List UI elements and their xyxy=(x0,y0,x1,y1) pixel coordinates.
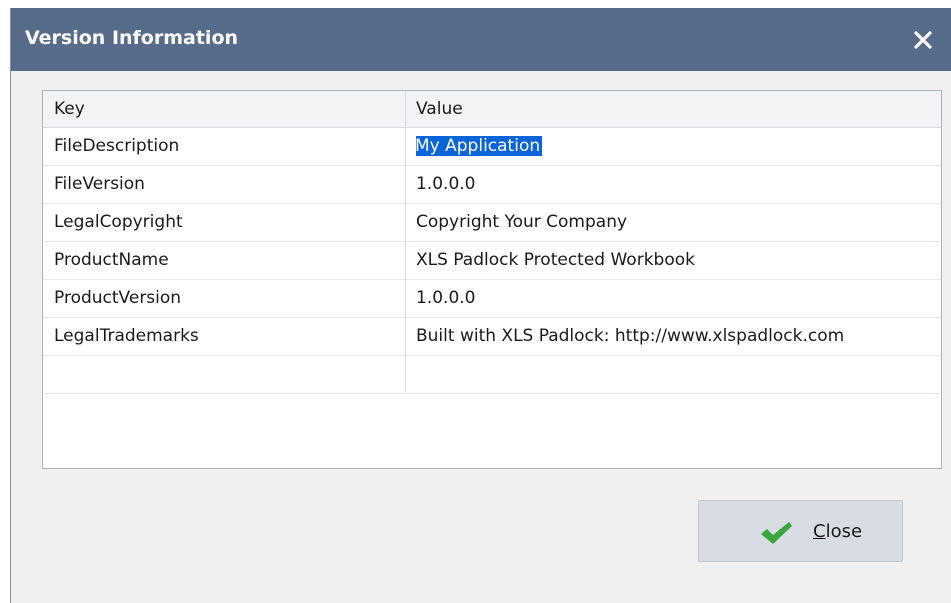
version-info-dialog: Version Information Key Value FileDescri… xyxy=(10,8,951,603)
selected-value-text[interactable]: My Application xyxy=(416,136,543,156)
value-cell[interactable]: Built with XLS Padlock: http://www.xlspa… xyxy=(416,326,930,346)
value-cell[interactable]: 1.0.0.0 xyxy=(416,174,930,194)
table-row[interactable]: ProductName XLS Padlock Protected Workbo… xyxy=(43,242,941,280)
label-rest: lose xyxy=(825,521,863,542)
key-cell: LegalCopyright xyxy=(54,212,183,232)
key-cell: FileDescription xyxy=(54,136,180,156)
table-header: Key Value xyxy=(43,91,941,128)
close-button[interactable]: Close xyxy=(698,500,903,562)
column-header-key[interactable]: Key xyxy=(54,99,85,119)
close-button-label: Close xyxy=(813,521,862,542)
key-cell: ProductVersion xyxy=(54,288,182,308)
title-bar: Version Information xyxy=(11,8,951,71)
key-cell: LegalTrademarks xyxy=(54,326,199,346)
version-table: Key Value FileDescription My Application… xyxy=(42,90,942,469)
dialog-title: Version Information xyxy=(25,27,239,49)
checkmark-icon xyxy=(759,521,793,549)
table-row[interactable]: ProductVersion 1.0.0.0 xyxy=(43,280,941,318)
column-divider[interactable] xyxy=(405,91,406,392)
column-header-value[interactable]: Value xyxy=(416,99,463,119)
table-row[interactable]: FileVersion 1.0.0.0 xyxy=(43,166,941,204)
value-cell[interactable]: Copyright Your Company xyxy=(416,212,930,232)
close-window-icon[interactable] xyxy=(908,26,938,54)
value-cell[interactable]: 1.0.0.0 xyxy=(416,288,930,308)
value-cell[interactable]: XLS Padlock Protected Workbook xyxy=(416,250,930,270)
table-row[interactable]: LegalTrademarks Built with XLS Padlock: … xyxy=(43,318,941,356)
key-cell: ProductName xyxy=(54,250,169,270)
table-row[interactable]: FileDescription My Application xyxy=(43,128,941,166)
mnemonic-letter: C xyxy=(813,521,826,542)
empty-table-row[interactable] xyxy=(43,356,941,394)
value-cell[interactable]: My Application xyxy=(416,136,930,156)
table-row[interactable]: LegalCopyright Copyright Your Company xyxy=(43,204,941,242)
key-cell: FileVersion xyxy=(54,174,145,194)
